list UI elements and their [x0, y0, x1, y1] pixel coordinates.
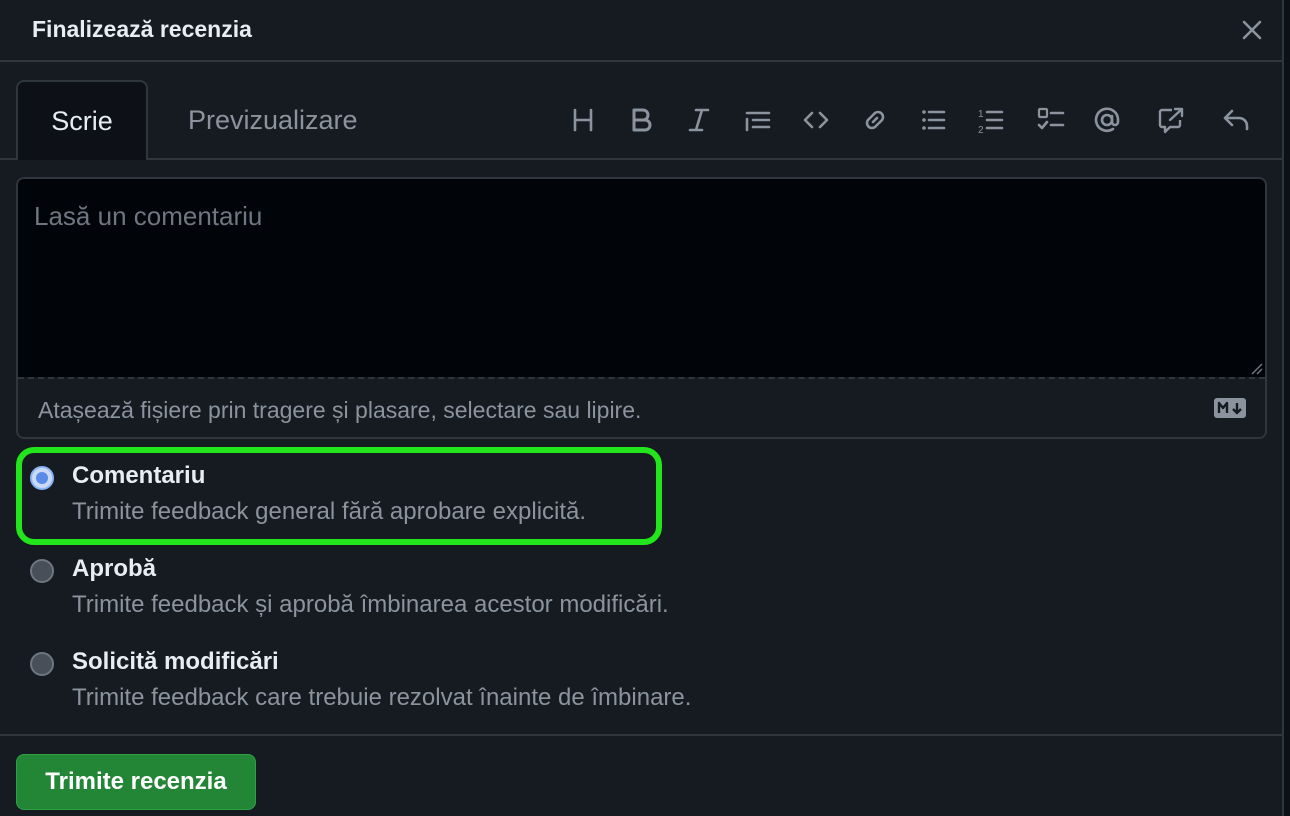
italic-button[interactable] [679, 100, 719, 140]
radio-comment[interactable] [30, 466, 54, 490]
quote-icon [745, 111, 771, 132]
mention-button[interactable] [1087, 100, 1127, 140]
code-icon [803, 111, 829, 129]
dialog-footer: Trimite recenzia [0, 734, 1284, 816]
option-request-changes-title: Solicită modificări [72, 648, 279, 675]
reply-button[interactable] [1216, 100, 1256, 140]
bold-icon [632, 108, 652, 132]
markdown-icon[interactable] [1213, 397, 1247, 419]
resize-handle-icon[interactable] [1249, 361, 1263, 375]
ordered-list-icon: 1 2 [978, 109, 1004, 135]
option-approve-description: Trimite feedback și aprobă îmbinarea ace… [72, 591, 669, 618]
task-list-icon [1037, 107, 1065, 130]
heading-button[interactable] [563, 100, 603, 140]
ordered-list-button[interactable]: 1 2 [971, 100, 1011, 140]
link-icon [865, 110, 885, 130]
attach-files-bar[interactable]: Atașează fișiere prin tragere și plasare… [18, 377, 1265, 437]
quote-button[interactable] [737, 100, 777, 140]
unordered-list-icon [922, 110, 946, 130]
mention-icon [1094, 107, 1120, 133]
heading-icon [573, 108, 593, 132]
radio-approve[interactable] [30, 559, 54, 583]
unordered-list-button[interactable] [913, 100, 953, 140]
svg-text:1: 1 [978, 109, 984, 120]
option-request-changes-description: Trimite feedback care trebuie rezolvat î… [72, 684, 692, 711]
comment-editor: Atașează fișiere prin tragere și plasare… [16, 177, 1267, 439]
close-icon [1242, 20, 1262, 40]
svg-text:2: 2 [978, 125, 984, 135]
tab-preview[interactable]: Previzualizare [172, 80, 374, 160]
radio-request-changes[interactable] [30, 652, 54, 676]
reply-icon [1223, 109, 1249, 131]
tab-write[interactable]: Scrie [16, 80, 148, 160]
editor-tabbar: Scrie Previzualizare 1 2 [0, 62, 1284, 160]
option-comment-title: Comentariu [72, 462, 206, 489]
cross-reference-button[interactable] [1151, 100, 1191, 140]
comment-textarea[interactable] [18, 179, 1265, 377]
link-button[interactable] [855, 100, 895, 140]
dialog-header: Finalizează recenzia [0, 0, 1284, 62]
submit-review-button[interactable]: Trimite recenzia [16, 754, 256, 810]
cross-reference-icon [1158, 107, 1184, 134]
close-button[interactable] [1236, 14, 1268, 46]
dialog-title: Finalizează recenzia [32, 16, 252, 42]
option-comment-description: Trimite feedback general fără aprobare e… [72, 498, 587, 525]
code-button[interactable] [796, 100, 836, 140]
attach-files-text: Atașează fișiere prin tragere și plasare… [38, 397, 642, 423]
option-approve-title: Aprobă [72, 555, 156, 582]
bold-button[interactable] [621, 100, 661, 140]
italic-icon [688, 108, 710, 132]
review-dialog: Finalizează recenzia Scrie Previzualizar… [0, 0, 1284, 816]
task-list-button[interactable] [1031, 100, 1071, 140]
